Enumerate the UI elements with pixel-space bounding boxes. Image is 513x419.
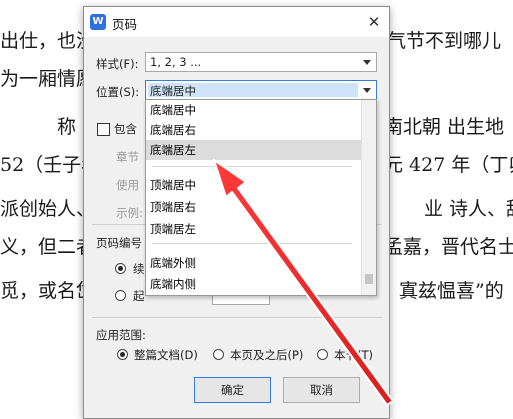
- style-label: 样式(F):: [96, 57, 139, 71]
- scope-this-section-label: 本节(T): [334, 348, 373, 362]
- scope-this-page-after-radio[interactable]: [213, 349, 224, 360]
- dropdown-separator: [152, 243, 352, 244]
- dropdown-item[interactable]: 底端居右: [146, 120, 362, 140]
- chevron-down-icon: [363, 60, 371, 65]
- scope-label: 应用范围:: [96, 328, 146, 342]
- scope-whole-document-radio[interactable]: [117, 349, 128, 360]
- start-at-radio[interactable]: [115, 290, 126, 301]
- scope-this-section-radio[interactable]: [317, 349, 328, 360]
- include-label: 包含: [114, 122, 137, 136]
- doc-line: 南北朝 出生地: [384, 116, 505, 138]
- dropdown-item[interactable]: 顶端居右: [146, 197, 362, 217]
- dropdown-item-highlighted[interactable]: 底端居左: [146, 140, 362, 160]
- chapter-label: 章节: [116, 150, 139, 164]
- dropdown-separator: [152, 166, 352, 167]
- position-label: 位置(S):: [96, 85, 140, 99]
- dialog-title: 页码: [112, 17, 138, 32]
- dropdown-scrollbar[interactable]: [361, 100, 376, 295]
- example-label: 示例:: [116, 206, 143, 220]
- dialog-titlebar[interactable]: W 页码 ✕: [84, 7, 389, 37]
- scope-this-page-after-label: 本页及之后(P): [230, 348, 304, 362]
- doc-line: ，寘兹愠喜”的: [380, 280, 504, 302]
- doc-line: 元 427 年（丁卯: [384, 154, 513, 176]
- doc-line: 觅，或名岱: [0, 280, 96, 302]
- dropdown-item[interactable]: 底端居中: [146, 100, 362, 120]
- wps-app-icon: W: [90, 14, 106, 30]
- numbering-label: 页码编号: [96, 236, 142, 250]
- include-chapter-checkbox[interactable]: [97, 123, 110, 136]
- style-select[interactable]: 1, 2, 3 ...: [145, 52, 377, 72]
- start-label: 起: [133, 289, 145, 303]
- style-select-value: 1, 2, 3 ...: [150, 55, 202, 69]
- dropdown-item[interactable]: 顶端居中: [146, 175, 362, 195]
- position-select-value: 底端居中: [150, 84, 196, 98]
- dropdown-item[interactable]: 底端内侧: [146, 274, 362, 294]
- dropdown-item[interactable]: 顶端居左: [146, 219, 362, 239]
- position-select[interactable]: 底端居中: [145, 80, 377, 100]
- cancel-button[interactable]: 取消: [283, 377, 360, 403]
- ok-button[interactable]: 确定: [194, 377, 271, 403]
- continue-numbering-radio[interactable]: [115, 263, 126, 274]
- continue-label: 续: [133, 262, 145, 276]
- dropdown-item[interactable]: 底端外侧: [146, 253, 362, 273]
- divider: [92, 317, 382, 318]
- doc-line: 业 诗人、辞: [424, 198, 513, 220]
- scope-whole-document-label: 整篇文档(D): [134, 348, 198, 362]
- doc-line: 义，但二者: [0, 236, 96, 258]
- scrollbar-thumb[interactable]: [365, 274, 373, 284]
- close-icon[interactable]: ✕: [365, 13, 383, 31]
- doc-line: 孟嘉，晋代名士: [384, 236, 513, 258]
- position-dropdown-list: 底端居中 底端居右 底端居左 顶端居中 顶端居右 顶端居左 底端外侧 底端内侧: [145, 99, 377, 296]
- use-label: 使用: [116, 178, 139, 192]
- chevron-down-icon: [363, 88, 371, 93]
